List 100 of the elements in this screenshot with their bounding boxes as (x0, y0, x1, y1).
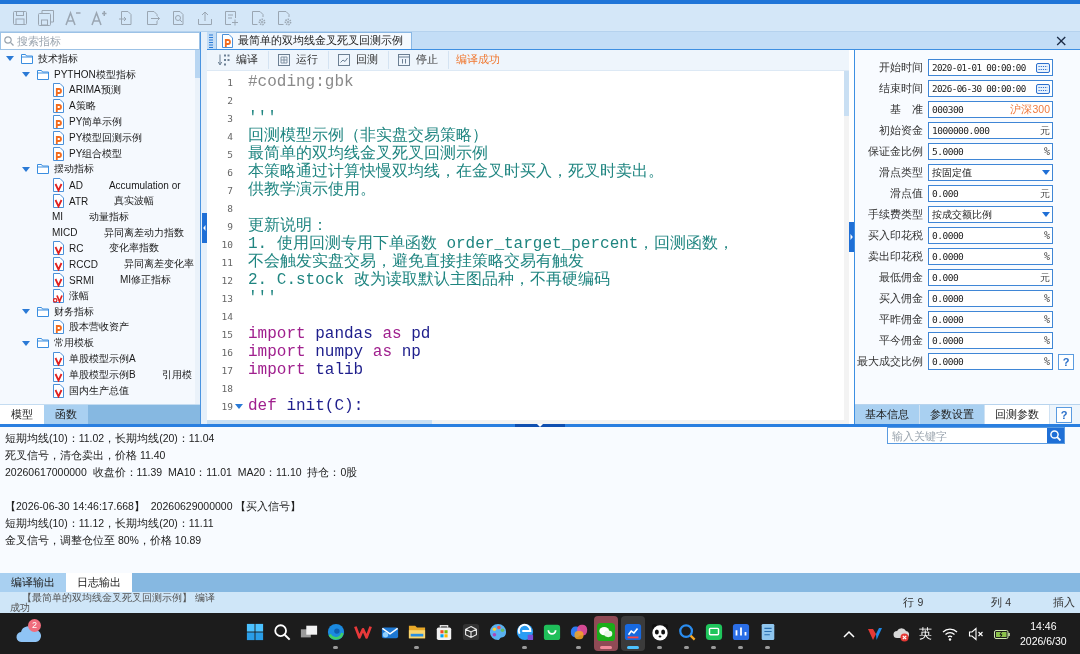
cube-icon[interactable] (461, 623, 480, 641)
dropdown[interactable]: 按成交额比例 (928, 206, 1053, 223)
input-field[interactable]: 0.0000 % (928, 353, 1053, 370)
input-field[interactable]: 0.0000 % (928, 332, 1053, 349)
tree-item[interactable]: ATR (69, 195, 89, 207)
clock-date[interactable]: 2026/6/30 (1020, 633, 1067, 649)
v-logo-icon[interactable] (867, 625, 883, 642)
folder-label[interactable]: 财务指标 (54, 304, 94, 319)
caret-icon[interactable] (235, 403, 243, 409)
input-field[interactable]: 0.000 元 (928, 185, 1053, 202)
caret-icon[interactable] (22, 72, 30, 78)
input-field[interactable]: 5.0000 % (928, 143, 1053, 160)
input-field[interactable]: 000300 沪深300 (928, 101, 1053, 118)
splitter-handle[interactable] (849, 222, 854, 252)
keyboard-icon[interactable] (1036, 62, 1050, 73)
browser-icon[interactable] (515, 623, 534, 641)
toolbar-button[interactable]: 停止 (396, 51, 449, 69)
help-button[interactable]: ? (1058, 353, 1074, 370)
tab[interactable]: 编译输出 (0, 573, 66, 592)
tree-item[interactable]: MI (52, 211, 64, 223)
scrollbar[interactable] (207, 420, 844, 424)
search-input[interactable]: 输入关键字 (888, 428, 1047, 443)
scrollbar[interactable] (195, 50, 200, 404)
tab[interactable]: 参数设置 (920, 405, 985, 424)
cloud-error-icon[interactable] (893, 625, 909, 642)
caret-icon[interactable] (22, 166, 30, 172)
input-field[interactable]: 0.0000 % (928, 227, 1053, 244)
tab-title[interactable]: 最简单的双均线金叉死叉回测示例 (238, 34, 403, 48)
tree-item[interactable]: RC (69, 242, 84, 254)
tree-item[interactable]: A策略 (69, 99, 96, 114)
splitter-handle[interactable] (201, 213, 207, 243)
chat-icon[interactable] (596, 623, 615, 641)
store-icon[interactable] (434, 623, 453, 641)
tree-item[interactable]: PY模型回测示例 (69, 130, 143, 145)
tree-item[interactable]: 单股模型示例A (69, 352, 136, 367)
input-field[interactable]: 1000000.000 元 (928, 122, 1053, 139)
folder-icon[interactable] (407, 623, 426, 641)
tab[interactable]: 函数 (44, 405, 88, 424)
input-field[interactable]: 0.0000 % (928, 248, 1053, 265)
tree-item[interactable]: AD (69, 179, 83, 191)
splitter-handle[interactable] (515, 424, 565, 427)
chart-app-icon[interactable] (623, 623, 642, 641)
toolbar-button[interactable]: 编译 (216, 51, 269, 69)
bar-chart-app-icon[interactable] (731, 623, 750, 641)
speaker-muted-icon[interactable] (968, 625, 984, 642)
taskbar-button[interactable] (620, 616, 645, 651)
grip-icon[interactable] (209, 34, 213, 48)
message-icon[interactable] (704, 623, 723, 641)
close-button[interactable]: × (1051, 32, 1071, 49)
dropdown[interactable]: 按固定值 (928, 164, 1053, 181)
input-method-indicator[interactable]: 英 (919, 624, 932, 643)
column-indicator: 列 4 (991, 595, 1011, 610)
caret-icon[interactable] (22, 340, 30, 346)
tab[interactable]: 模型 (0, 405, 44, 424)
date-time-field[interactable]: 2020-01-01 00:00:00 (928, 59, 1053, 76)
folder-label[interactable]: 常用模板 (54, 336, 94, 351)
tree-item[interactable]: 涨幅 (69, 288, 89, 303)
search-icon[interactable] (272, 623, 291, 641)
tab[interactable]: 日志输出 (66, 573, 132, 592)
caret-icon[interactable] (6, 56, 14, 62)
start-icon[interactable] (245, 623, 264, 641)
clock-time[interactable]: 14:46 (1030, 618, 1057, 634)
folder-label[interactable]: 摆动指标 (54, 162, 94, 177)
caret-icon[interactable] (22, 309, 30, 315)
search-field[interactable]: 搜索指标 (0, 32, 200, 50)
w-logo-icon[interactable] (353, 623, 372, 641)
date-time-field[interactable]: 2026-06-30 00:00:00 (928, 80, 1053, 97)
search-field[interactable]: 输入关键字 (887, 427, 1065, 444)
tree-item[interactable]: MICD (52, 227, 78, 239)
search-input[interactable]: 搜索指标 (17, 33, 199, 49)
tree-item[interactable]: ARIMA预测 (69, 83, 121, 98)
help-button[interactable]: ? (1056, 406, 1072, 423)
taskbar-button[interactable] (593, 616, 618, 651)
tree-item[interactable]: PY组合模型 (69, 146, 123, 161)
overlapping-shapes-icon[interactable] (569, 623, 588, 641)
document-tab[interactable]: 最简单的双均线金叉死叉回测示例 (216, 32, 412, 49)
input-field[interactable]: 0.0000 % (928, 311, 1053, 328)
scrollbar[interactable] (844, 71, 849, 424)
tree-item[interactable]: RCCD (69, 258, 98, 270)
keyboard-icon[interactable] (1036, 83, 1050, 94)
tab[interactable]: 回测参数 (985, 405, 1050, 424)
input-field[interactable]: 0.0000 % (928, 290, 1053, 307)
tab[interactable]: 基本信息 (855, 405, 920, 424)
tree-item[interactable]: 国内生产总值 (69, 383, 129, 398)
toolbar-button[interactable]: 运行 (276, 51, 329, 69)
tree-item[interactable]: 单股模型示例B (69, 367, 136, 382)
input-field[interactable]: 0.000 元 (928, 269, 1053, 286)
folder-label[interactable]: 技术指标 (38, 51, 78, 66)
tree-item[interactable]: PY简单示例 (69, 115, 123, 130)
smile-tile-icon[interactable] (542, 623, 561, 641)
toolbar-button[interactable]: 回测 (336, 51, 389, 69)
panda-icon[interactable] (650, 623, 669, 641)
magnifier-icon[interactable] (677, 623, 696, 641)
palette-icon[interactable] (488, 623, 507, 641)
tree-item[interactable]: SRMI (69, 274, 94, 286)
browser-icon[interactable] (326, 623, 345, 641)
tree-item[interactable]: 股本营收资产 (69, 320, 129, 335)
line-number: 1 (226, 76, 233, 88)
search-button[interactable] (1047, 428, 1064, 443)
folder-label[interactable]: PYTHON模型指标 (54, 67, 136, 82)
